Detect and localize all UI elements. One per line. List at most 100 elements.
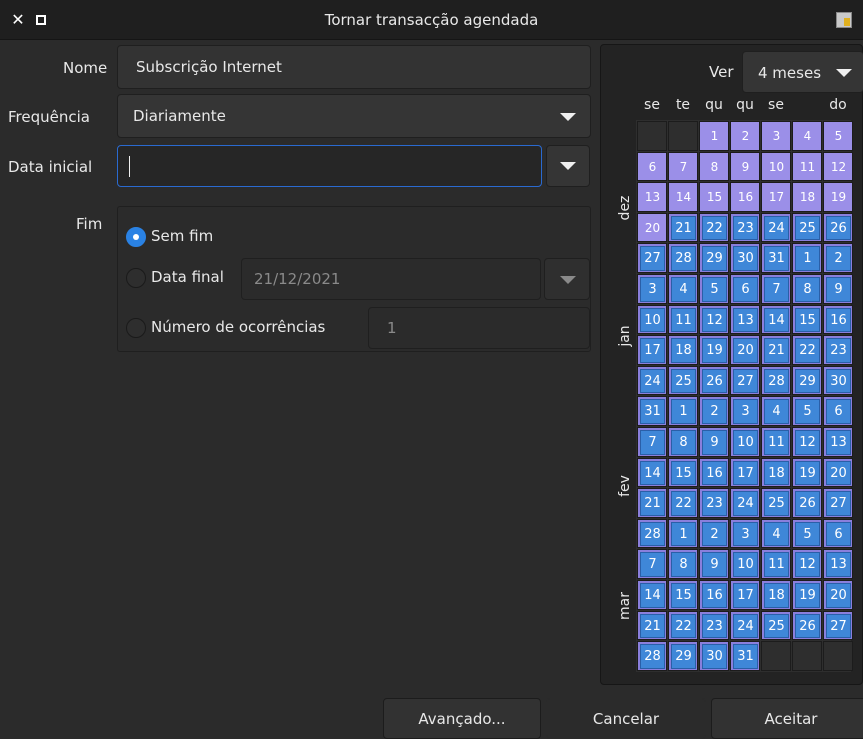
calendar-day[interactable]: 17: [733, 460, 758, 486]
calendar-day[interactable]: 23: [733, 215, 758, 241]
calendar-day[interactable]: 7: [673, 156, 694, 177]
no-end-radio[interactable]: [126, 227, 146, 247]
calendar-day[interactable]: 22: [795, 338, 820, 363]
calendar-day-cell[interactable]: 20: [823, 580, 853, 610]
calendar-day-cell[interactable]: 27: [823, 610, 853, 641]
calendar-day-cell[interactable]: 15: [792, 304, 822, 335]
calendar-day-cell[interactable]: 3: [730, 396, 760, 426]
calendar-day[interactable]: 21: [640, 491, 665, 516]
calendar-day[interactable]: 31: [764, 246, 789, 271]
calendar-day-cell[interactable]: 21: [761, 335, 791, 365]
calendar-day[interactable]: 6: [826, 521, 851, 547]
calendar-day[interactable]: 6: [733, 277, 758, 302]
calendar-day[interactable]: 28: [671, 246, 696, 271]
calendar-day-cell[interactable]: 19: [792, 457, 822, 488]
calendar-day[interactable]: 12: [795, 430, 820, 455]
calendar-day[interactable]: 24: [764, 215, 789, 241]
calendar-day[interactable]: 19: [702, 338, 727, 363]
calendar-day-cell[interactable]: 29: [792, 365, 822, 396]
calendar-day-cell[interactable]: 31: [730, 641, 760, 671]
calendar-day[interactable]: 6: [642, 156, 663, 177]
calendar-day[interactable]: 28: [764, 368, 789, 394]
calendar-day-cell[interactable]: 26: [792, 610, 822, 641]
calendar-day[interactable]: 15: [671, 583, 696, 608]
calendar-day[interactable]: 26: [702, 368, 727, 394]
calendar-day-cell[interactable]: 5: [823, 121, 853, 151]
calendar-day[interactable]: 5: [795, 521, 820, 547]
calendar-day[interactable]: 13: [733, 307, 758, 333]
cancel-button[interactable]: Cancelar: [546, 698, 706, 739]
calendar-day-cell[interactable]: 13: [730, 304, 760, 335]
calendar-day-cell[interactable]: 25: [792, 212, 822, 243]
calendar-day-cell[interactable]: 14: [637, 457, 667, 488]
calendar-day-cell[interactable]: 6: [823, 518, 853, 549]
calendar-day[interactable]: 21: [764, 338, 789, 363]
calendar-day[interactable]: 8: [671, 430, 696, 455]
calendar-day[interactable]: 30: [702, 644, 727, 669]
calendar-day-cell[interactable]: 12: [699, 304, 729, 335]
calendar-day-cell[interactable]: 22: [792, 335, 822, 365]
end-date-picker-button[interactable]: [544, 258, 590, 300]
calendar-day-cell[interactable]: 31: [761, 243, 791, 273]
calendar-day[interactable]: 30: [733, 246, 758, 271]
calendar-day[interactable]: 23: [702, 491, 727, 516]
calendar-day-cell[interactable]: 9: [730, 151, 760, 182]
calendar-day[interactable]: 2: [702, 399, 727, 424]
calendar-day-cell[interactable]: 16: [699, 457, 729, 488]
calendar-day-cell[interactable]: 27: [823, 488, 853, 518]
calendar-day[interactable]: 9: [702, 552, 727, 577]
calendar-day[interactable]: 17: [733, 583, 758, 608]
calendar-day-cell[interactable]: 1: [668, 396, 698, 426]
calendar-day[interactable]: 13: [642, 187, 663, 208]
calendar-day-cell[interactable]: 9: [823, 274, 853, 304]
calendar-day-cell[interactable]: 18: [792, 182, 822, 212]
calendar-day-cell[interactable]: 10: [730, 549, 760, 579]
calendar-day-cell[interactable]: 8: [668, 427, 698, 457]
calendar-day[interactable]: 21: [671, 215, 696, 241]
calendar-day[interactable]: 1: [795, 246, 820, 271]
calendar-day[interactable]: 26: [795, 613, 820, 639]
calendar-day[interactable]: 27: [733, 368, 758, 394]
calendar-day-cell[interactable]: 13: [823, 549, 853, 579]
calendar-day-cell[interactable]: 11: [761, 549, 791, 579]
calendar-day[interactable]: 11: [764, 430, 789, 455]
calendar-day[interactable]: 20: [733, 338, 758, 363]
calendar-day-cell[interactable]: 12: [823, 151, 853, 182]
calendar-day-cell[interactable]: 17: [761, 182, 791, 212]
end-date-label[interactable]: Data final: [151, 268, 224, 286]
calendar-day[interactable]: 1: [671, 521, 696, 547]
calendar-day[interactable]: 4: [671, 277, 696, 302]
calendar-day-cell[interactable]: 17: [637, 335, 667, 365]
calendar-day-cell[interactable]: 6: [823, 396, 853, 426]
calendar-day[interactable]: 3: [733, 399, 758, 424]
calendar-day-cell[interactable]: 6: [730, 274, 760, 304]
calendar-day[interactable]: 27: [826, 491, 851, 516]
calendar-day-cell[interactable]: 8: [668, 549, 698, 579]
calendar-day[interactable]: 18: [797, 187, 818, 208]
calendar-day[interactable]: 22: [671, 491, 696, 516]
calendar-day[interactable]: 8: [671, 552, 696, 577]
calendar-day[interactable]: 24: [733, 491, 758, 516]
calendar-day[interactable]: 21: [640, 613, 665, 639]
calendar-day-cell[interactable]: 31: [637, 396, 667, 426]
calendar-day[interactable]: 26: [795, 491, 820, 516]
calendar-day[interactable]: 8: [795, 277, 820, 302]
calendar-day-cell[interactable]: 2: [823, 243, 853, 273]
calendar-day[interactable]: 29: [671, 644, 696, 669]
calendar-day[interactable]: 2: [702, 521, 727, 547]
calendar-day-cell[interactable]: 18: [668, 335, 698, 365]
calendar-day[interactable]: 28: [640, 644, 665, 669]
calendar-day[interactable]: 5: [702, 277, 727, 302]
occurrences-label[interactable]: Número de ocorrências: [151, 318, 325, 336]
calendar-day-cell[interactable]: 22: [668, 610, 698, 641]
frequency-select[interactable]: Diariamente: [117, 94, 591, 138]
calendar-day-cell[interactable]: 13: [823, 427, 853, 457]
calendar-day-cell[interactable]: 26: [792, 488, 822, 518]
calendar-day[interactable]: 16: [702, 460, 727, 486]
calendar-day[interactable]: 7: [640, 552, 665, 577]
calendar-day-cell[interactable]: 13: [637, 182, 667, 212]
calendar-day[interactable]: 10: [766, 156, 787, 177]
calendar-day-cell[interactable]: 15: [699, 182, 729, 212]
calendar-day-cell[interactable]: 21: [637, 488, 667, 518]
calendar-day-cell[interactable]: 3: [730, 518, 760, 549]
